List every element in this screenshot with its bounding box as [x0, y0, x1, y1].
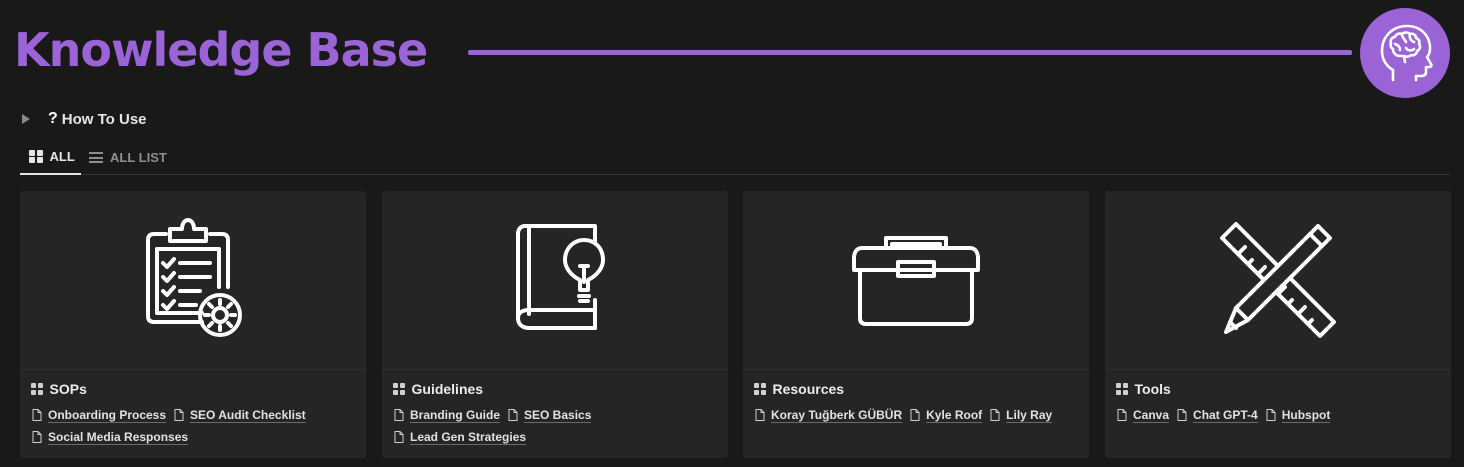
gallery-icon	[29, 149, 43, 164]
document-icon	[32, 431, 42, 443]
document-icon	[1177, 409, 1187, 421]
card-title-text: Guidelines	[411, 381, 484, 397]
link-lead-gen-strategies[interactable]: Lead Gen Strategies	[394, 429, 527, 445]
document-icon	[174, 409, 184, 421]
page-title: Knowledge Base	[14, 23, 428, 77]
link-label: Canva	[1133, 407, 1170, 423]
gallery-icon	[1116, 383, 1128, 395]
link-label: Chat GPT-4	[1193, 407, 1258, 423]
link-onboarding-process[interactable]: Onboarding Process	[32, 407, 167, 423]
link-label: SEO Audit Checklist	[190, 407, 306, 423]
card-cover	[1105, 191, 1451, 370]
link-label: Lily Ray	[1006, 407, 1053, 423]
card-title[interactable]: Guidelines	[393, 381, 483, 397]
link-kyle-roof[interactable]: Kyle Roof	[910, 407, 983, 423]
document-icon	[910, 409, 920, 421]
document-icon	[32, 409, 42, 421]
card-title[interactable]: Resources	[754, 381, 844, 397]
link-social-media-responses[interactable]: Social Media Responses	[32, 429, 189, 445]
clipboard-checklist-icon	[146, 218, 242, 337]
document-icon	[1117, 409, 1127, 421]
link-seo-audit-checklist[interactable]: SEO Audit Checklist	[174, 407, 306, 423]
tab-all[interactable]: ALL	[20, 140, 81, 175]
link-label: Kyle Roof	[926, 407, 983, 423]
brain-head-icon	[1360, 8, 1450, 98]
card-title[interactable]: Tools	[1116, 381, 1171, 397]
knowledge-base-page: Knowledge Base ? How To Use ALL ALL LIST	[0, 0, 1464, 467]
book-lightbulb-icon	[516, 224, 605, 330]
card-cover	[743, 191, 1089, 370]
how-to-use-label: How To Use	[61, 110, 147, 128]
ruler-pencil-icon	[1220, 222, 1336, 338]
gallery-icon	[754, 383, 766, 395]
link-label: Social Media Responses	[48, 429, 189, 445]
card-links: Onboarding Process SEO Audit Checklist S…	[32, 407, 352, 445]
list-icon	[89, 152, 103, 163]
link-label: Koray Tuğberk GÜBÜR	[771, 407, 903, 423]
card-guidelines[interactable]: Guidelines Branding Guide SEO Basics Lea…	[382, 191, 728, 458]
card-links: Branding Guide SEO Basics Lead Gen Strat…	[394, 407, 714, 445]
document-icon	[755, 409, 765, 421]
link-label: Branding Guide	[410, 407, 500, 423]
card-title-text: SOPs	[49, 381, 87, 397]
toolbox-icon	[852, 236, 980, 326]
tab-all-list[interactable]: ALL LIST	[89, 140, 167, 175]
link-label: Hubspot	[1281, 407, 1331, 423]
link-chat-gpt-4[interactable]: Chat GPT-4	[1177, 407, 1258, 423]
link-seo-basics[interactable]: SEO Basics	[508, 407, 592, 423]
link-canva[interactable]: Canva	[1117, 407, 1170, 423]
gallery-icon	[31, 383, 43, 395]
view-tabs: ALL ALL LIST	[20, 140, 1450, 175]
title-divider	[468, 50, 1352, 55]
link-hubspot[interactable]: Hubspot	[1266, 407, 1331, 423]
caret-right-icon[interactable]	[22, 114, 30, 124]
link-lily-ray[interactable]: Lily Ray	[990, 407, 1053, 423]
document-icon	[394, 409, 404, 421]
card-title[interactable]: SOPs	[31, 381, 87, 397]
card-cover	[20, 191, 366, 370]
card-links: Canva Chat GPT-4 Hubspot	[1117, 407, 1437, 423]
document-icon	[394, 431, 404, 443]
card-tools[interactable]: Tools Canva Chat GPT-4 Hubspot	[1105, 191, 1451, 458]
link-branding-guide[interactable]: Branding Guide	[394, 407, 500, 423]
card-title-text: Resources	[772, 381, 845, 397]
link-label: SEO Basics	[524, 407, 592, 423]
document-icon	[990, 409, 1000, 421]
gallery-icon	[393, 383, 405, 395]
link-koray-tugberk-gubur[interactable]: Koray Tuğberk GÜBÜR	[755, 407, 903, 423]
tab-all-list-label: ALL LIST	[110, 150, 167, 165]
card-title-text: Tools	[1134, 381, 1171, 397]
how-to-use-toggle[interactable]: ? How To Use	[22, 108, 147, 130]
question-icon: ?	[48, 110, 58, 127]
document-icon	[508, 409, 518, 421]
card-sops[interactable]: SOPs Onboarding Process SEO Audit Checkl…	[20, 191, 366, 458]
link-label: Lead Gen Strategies	[410, 429, 527, 445]
document-icon	[1266, 409, 1276, 421]
tab-all-label: ALL	[49, 149, 75, 164]
link-label: Onboarding Process	[48, 407, 167, 423]
card-cover	[382, 191, 728, 370]
card-links: Koray Tuğberk GÜBÜR Kyle Roof Lily Ray	[755, 407, 1075, 423]
card-resources[interactable]: Resources Koray Tuğberk GÜBÜR Kyle Roof …	[743, 191, 1089, 458]
